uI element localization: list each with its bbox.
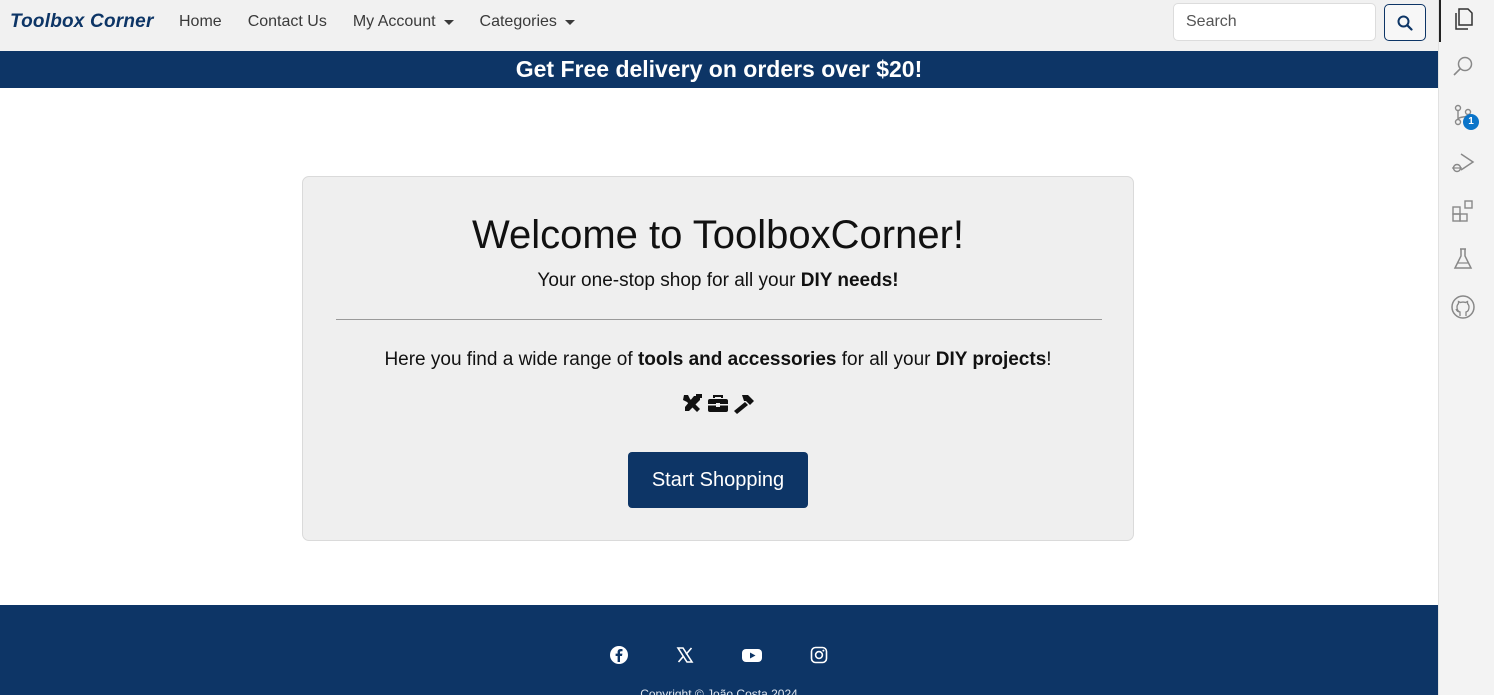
youtube-icon — [742, 649, 762, 662]
brand-logo[interactable]: Toolbox Corner — [10, 11, 154, 33]
search-icon — [1397, 15, 1413, 31]
tagline-text: Your one-stop shop for all your — [537, 270, 801, 291]
nav-categories-label: Categories — [479, 13, 557, 30]
nav-home[interactable]: Home — [179, 13, 222, 31]
web-page: Toolbox Corner Home Contact Us My Accoun… — [0, 0, 1438, 695]
nav-contact-label: Contact Us — [247, 13, 327, 30]
search-icon — [1453, 56, 1473, 76]
toolbox-icon — [708, 395, 728, 412]
nav-home-label: Home — [179, 13, 222, 30]
desc-text-1: Here you find a wide range of — [384, 349, 638, 370]
search-view-button[interactable] — [1449, 53, 1477, 81]
instagram-link[interactable] — [809, 645, 829, 670]
nav-contact-us[interactable]: Contact Us — [248, 13, 327, 31]
tools-icon — [683, 394, 702, 412]
top-navbar: Toolbox Corner Home Contact Us My Accoun… — [0, 0, 1438, 51]
testing-icon — [1453, 248, 1473, 269]
site-footer: Copyright © João Costa 2024 — [0, 605, 1438, 695]
nav-links: Home Contact Us My Account Categories — [179, 13, 601, 31]
run-debug-icon — [1452, 153, 1475, 173]
nav-categories-dropdown[interactable]: Categories — [480, 13, 575, 31]
github-button[interactable] — [1449, 293, 1477, 321]
welcome-description: Here you find a wide range of tools and … — [303, 349, 1133, 371]
welcome-tagline: Your one-stop shop for all your DIY need… — [303, 270, 1133, 292]
divider — [336, 319, 1102, 320]
tool-icons — [303, 392, 1133, 416]
tagline-bold: DIY needs! — [800, 270, 899, 291]
welcome-title: Welcome to ToolboxCorner! — [471, 213, 965, 257]
free-delivery-banner: Get Free delivery on orders over $20! — [0, 51, 1438, 88]
social-links — [0, 645, 1438, 670]
caret-down-icon — [443, 20, 454, 25]
instagram-icon — [810, 646, 828, 664]
search-input[interactable] — [1173, 3, 1376, 41]
run-debug-button[interactable] — [1449, 149, 1477, 177]
hammer-icon — [734, 395, 754, 414]
source-control-badge: 1 — [1463, 114, 1479, 130]
nav-my-account-dropdown[interactable]: My Account — [353, 13, 454, 31]
welcome-card: Welcome to ToolboxCorner! Your one-stop … — [302, 176, 1134, 541]
start-shopping-button[interactable]: Start Shopping — [628, 452, 808, 508]
facebook-icon — [610, 646, 628, 664]
explorer-icon — [1455, 8, 1473, 30]
active-indicator — [1439, 0, 1441, 42]
search-button[interactable] — [1384, 4, 1426, 41]
youtube-link[interactable] — [741, 645, 763, 670]
github-icon — [1451, 295, 1475, 319]
nav-my-account-label: My Account — [352, 13, 436, 30]
facebook-link[interactable] — [609, 645, 629, 670]
testing-button[interactable] — [1449, 245, 1477, 273]
caret-down-icon — [564, 20, 575, 25]
extensions-icon — [1452, 200, 1473, 222]
desc-text-2: for all your — [836, 349, 936, 370]
x-link[interactable] — [675, 645, 695, 670]
desc-bold-1: tools and accessories — [637, 349, 837, 370]
desc-text-3: ! — [1046, 349, 1052, 370]
editor-activity-bar: 1 — [1438, 0, 1494, 695]
explorer-button[interactable] — [1449, 5, 1477, 33]
x-icon — [676, 647, 694, 663]
copyright-text: Copyright © João Costa 2024 — [640, 687, 798, 695]
extensions-button[interactable] — [1449, 197, 1477, 225]
desc-bold-2: DIY projects — [935, 349, 1047, 370]
